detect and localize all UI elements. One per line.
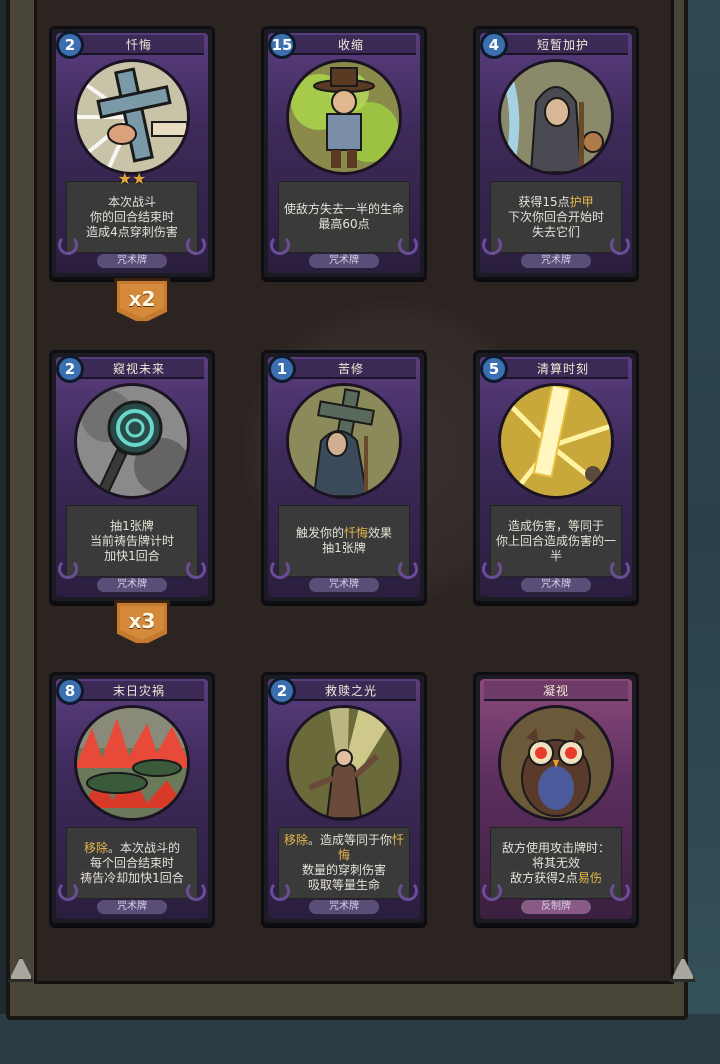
card-description: 使敌方失去一半的生命 最高60点	[278, 181, 410, 253]
card-title: 末日灾祸	[74, 681, 204, 701]
hooded-figure-icon	[498, 59, 614, 175]
swirl-ornament-icon	[270, 235, 290, 255]
deck-panel[interactable]: 2 忏悔 ★★ 本次战斗 你的回合结束时 造成4点穿刺伤害 咒术牌 x2 15 …	[34, 0, 674, 984]
mana-cost-badge: 2	[56, 31, 84, 59]
swirl-ornament-icon	[398, 559, 418, 579]
card-gaze[interactable]: 凝视 敌方使用攻击牌时： 将其无效 敌方获得2点易伤 反制牌	[473, 672, 639, 926]
card-title: 忏悔	[74, 35, 204, 55]
card-penance[interactable]: 2 忏悔 ★★ 本次战斗 你的回合结束时 造成4点穿刺伤害 咒术牌	[49, 26, 215, 280]
swirl-ornament-icon	[58, 559, 78, 579]
swirl-ornament-icon	[610, 235, 630, 255]
burning-land-icon	[74, 705, 190, 821]
monk-icon	[286, 383, 402, 499]
card-description: 移除。本次战斗的 每个回合结束时 祷告冷却加快1回合	[66, 827, 198, 899]
swirl-ornament-icon	[186, 559, 206, 579]
frame-corner-ornament	[8, 956, 34, 982]
swirl-ornament-icon	[610, 881, 630, 901]
card-ascetic[interactable]: 1 苦修 触发你的忏悔效果 抽1张牌 咒术牌	[261, 350, 427, 604]
card-title: 救赎之光	[286, 681, 416, 701]
mana-cost-badge: 15	[268, 31, 296, 59]
swirl-ornament-icon	[482, 881, 502, 901]
card-type-badge: 咒术牌	[308, 253, 380, 269]
swirl-ornament-icon	[398, 881, 418, 901]
swirl-ornament-icon	[610, 559, 630, 579]
card-type-badge: 咒术牌	[520, 253, 592, 269]
swirl-ornament-icon	[398, 235, 418, 255]
mana-cost-badge: 1	[268, 355, 296, 383]
deck-panel-frame: 2 忏悔 ★★ 本次战斗 你的回合结束时 造成4点穿刺伤害 咒术牌 x2 15 …	[6, 0, 696, 1020]
card-foresee[interactable]: 2 窥视未来 抽1张牌 当前祷告牌计时 加快1回合 咒术牌	[49, 350, 215, 604]
multiplier-badge: x2	[114, 278, 170, 324]
mana-cost-badge: 2	[268, 677, 296, 705]
card-title: 清算时刻	[498, 359, 628, 379]
swirl-ornament-icon	[482, 235, 502, 255]
card-type-badge: 咒术牌	[308, 577, 380, 593]
card-reckoning[interactable]: 5 清算时刻 造成伤害，等同于 你上回合造成伤害的一半 咒术牌	[473, 350, 639, 604]
card-shrink[interactable]: 15 收缩 使敌方失去一半的生命 最高60点 咒术牌	[261, 26, 427, 280]
card-type-badge: 咒术牌	[96, 577, 168, 593]
card-description: 敌方使用攻击牌时： 将其无效 敌方获得2点易伤	[490, 827, 622, 899]
card-description: 移除。造成等同于你忏悔 数量的穿刺伤害 吸取等量生命	[278, 827, 410, 899]
owl-icon	[498, 705, 614, 821]
light-rays-icon	[286, 705, 402, 821]
card-description: 造成伤害，等同于 你上回合造成伤害的一半	[490, 505, 622, 577]
mana-cost-badge: 8	[56, 677, 84, 705]
card-title: 凝视	[484, 681, 628, 701]
card-redemption-light[interactable]: 2 救赎之光 移除。造成等同于你忏悔 数量的穿刺伤害 吸取等量生命 咒术牌	[261, 672, 427, 926]
shrinking-man-icon	[286, 59, 402, 175]
card-description: 本次战斗 你的回合结束时 造成4点穿刺伤害	[66, 181, 198, 253]
mana-cost-badge: 5	[480, 355, 508, 383]
card-temp-protect[interactable]: 4 短暂加护 获得15点护甲 下次你回合开始时 失去它们 咒术牌	[473, 26, 639, 280]
upgrade-stars-icon: ★★	[117, 169, 147, 188]
card-title: 收缩	[286, 35, 416, 55]
multiplier-badge: x3	[114, 600, 170, 646]
card-type-badge: 反制牌	[520, 899, 592, 915]
card-description: 触发你的忏悔效果 抽1张牌	[278, 505, 410, 577]
card-description: 抽1张牌 当前祷告牌计时 加快1回合	[66, 505, 198, 577]
card-title: 苦修	[286, 359, 416, 379]
swirl-ornament-icon	[186, 881, 206, 901]
card-type-badge: 咒术牌	[308, 899, 380, 915]
swirl-scepter-icon	[74, 383, 190, 499]
mana-cost-badge: 4	[480, 31, 508, 59]
card-doomsday[interactable]: 8 末日灾祸 移除。本次战斗的 每个回合结束时 祷告冷却加快1回合 咒术牌	[49, 672, 215, 926]
card-type-badge: 咒术牌	[96, 253, 168, 269]
card-title: 短暂加护	[498, 35, 628, 55]
swirl-ornament-icon	[58, 235, 78, 255]
card-type-badge: 咒术牌	[96, 899, 168, 915]
light-sword-icon	[498, 383, 614, 499]
mana-cost-badge: 2	[56, 355, 84, 383]
swirl-ornament-icon	[186, 235, 206, 255]
card-type-badge: 咒术牌	[520, 577, 592, 593]
card-description: 获得15点护甲 下次你回合开始时 失去它们	[490, 181, 622, 253]
card-title: 窥视未来	[74, 359, 204, 379]
swirl-ornament-icon	[270, 559, 290, 579]
swirl-ornament-icon	[270, 881, 290, 901]
cross-icon	[74, 59, 190, 175]
swirl-ornament-icon	[58, 881, 78, 901]
background-bottom	[0, 1014, 720, 1064]
swirl-ornament-icon	[482, 559, 502, 579]
